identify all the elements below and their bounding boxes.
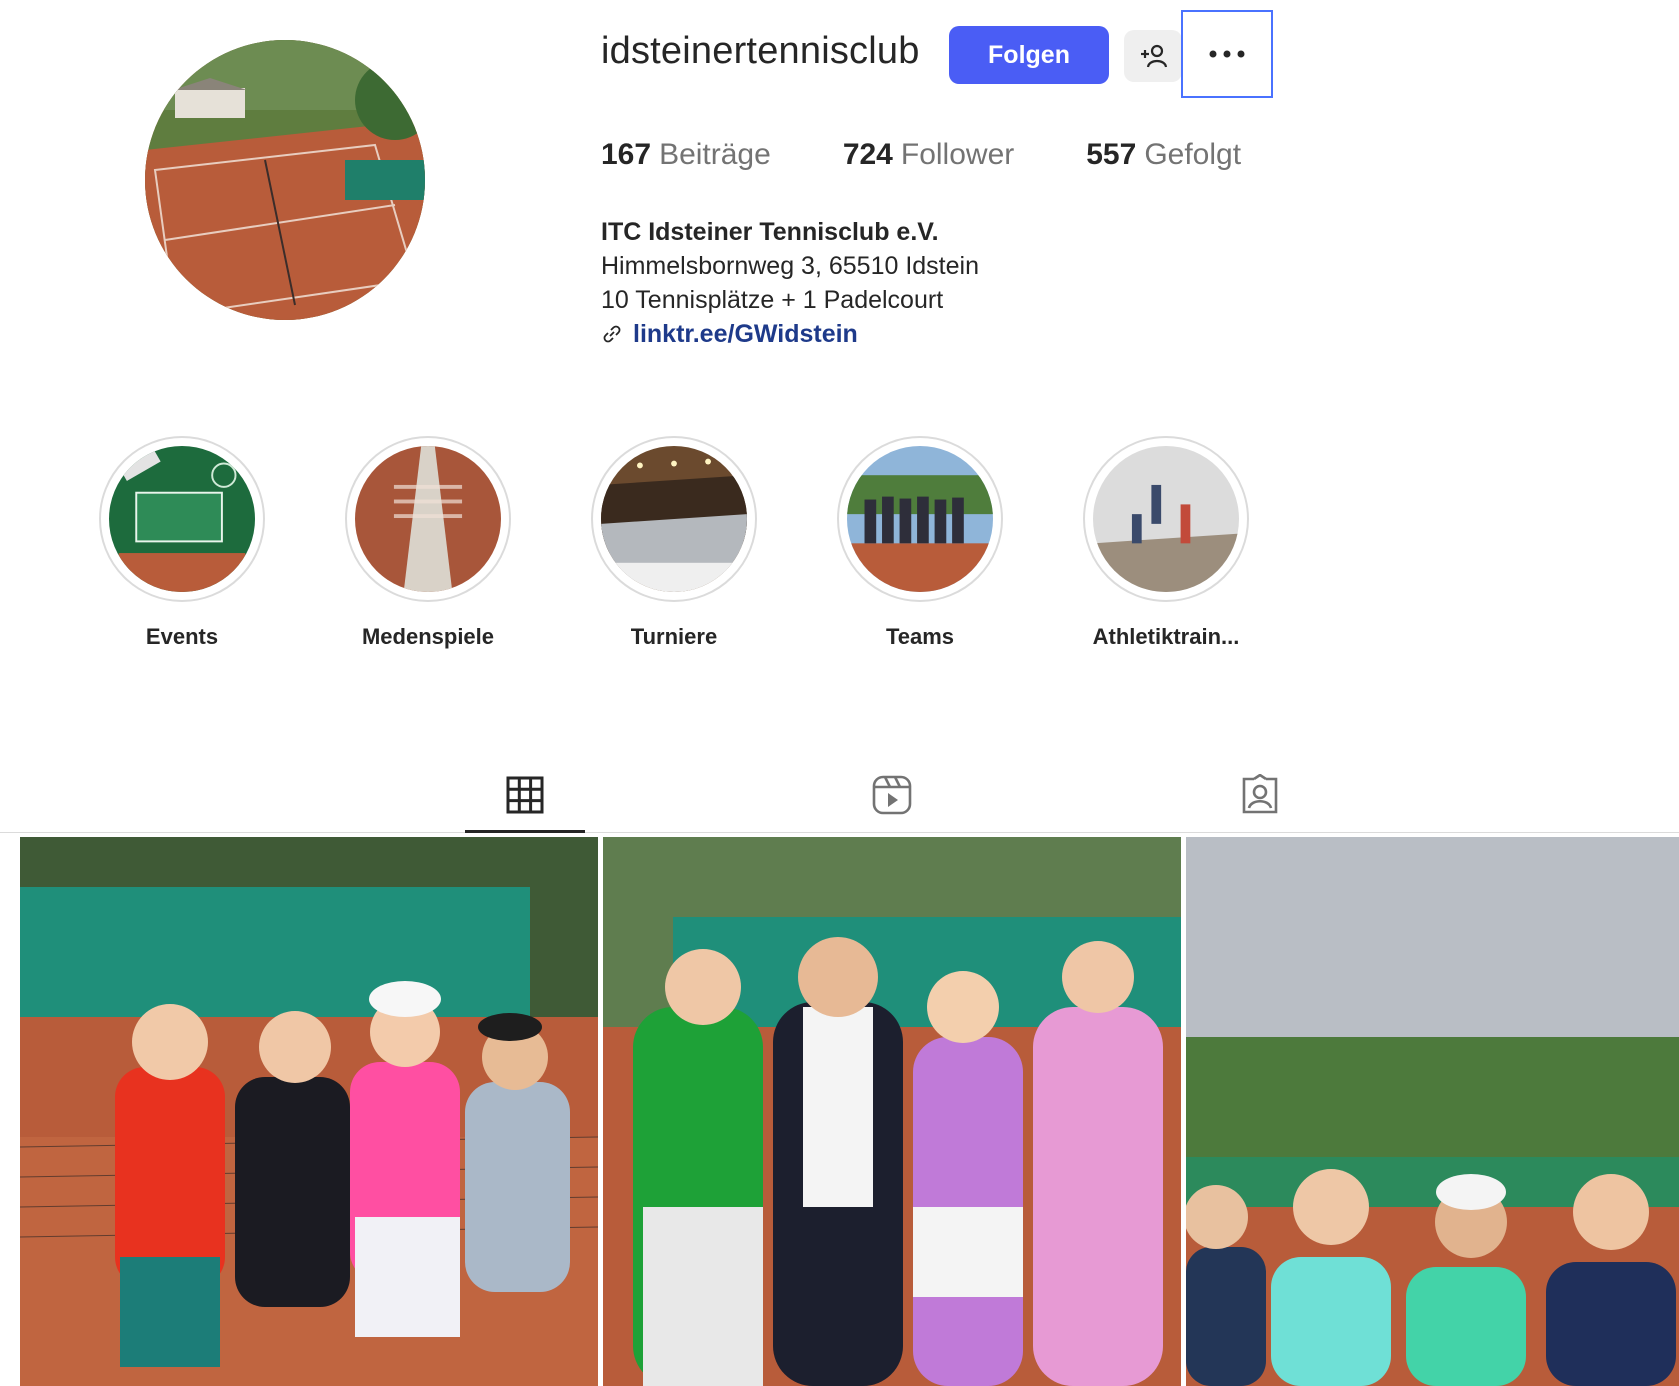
bio-courts: 10 Tennisplätze + 1 Padelcourt: [601, 286, 944, 314]
grid-icon: [506, 776, 544, 814]
stat-posts-count: 167: [601, 138, 652, 171]
link-icon: [603, 325, 621, 343]
post-2-image: [603, 837, 1181, 1386]
highlight-medenspiele-image: [355, 446, 501, 592]
reels-icon: [872, 775, 912, 815]
tab-posts[interactable]: [500, 770, 550, 820]
highlight-turniere[interactable]: Turniere: [589, 436, 759, 650]
avatar-court-image: [145, 40, 425, 320]
stat-following-label: Gefolgt: [1144, 138, 1242, 171]
profile-username: idsteinertennisclub: [601, 30, 920, 72]
highlight-label: Athletiktrain...: [1092, 624, 1240, 649]
highlight-ring: [837, 436, 1003, 602]
stat-following[interactable]: 557 Gefolgt: [1086, 138, 1241, 172]
highlight-label: Events: [145, 624, 219, 649]
highlight-ring: [1083, 436, 1249, 602]
bio-link[interactable]: linktr.ee/GWidstein: [601, 317, 979, 351]
add-person-icon: [1141, 44, 1168, 68]
post-tile-1[interactable]: [20, 837, 598, 1386]
post-tile-2[interactable]: [603, 837, 1181, 1386]
stat-followers-count: 724: [842, 138, 893, 171]
post-tile-3[interactable]: [1186, 837, 1679, 1386]
post-1-image: [20, 837, 598, 1386]
highlight-teams[interactable]: Teams: [835, 436, 1005, 650]
highlight-ring: [345, 436, 511, 602]
bio-address: Himmelsbornweg 3, 65510 Idstein: [601, 252, 979, 280]
tab-tagged[interactable]: [1235, 770, 1285, 820]
more-options-button[interactable]: [1181, 10, 1273, 98]
highlight-label: Turniere: [630, 624, 718, 649]
highlight-label: Teams: [885, 624, 955, 649]
highlight-ring: [99, 436, 265, 602]
profile-stats: 167 Beiträge 724 Follower 557 Gefolgt: [601, 138, 1313, 172]
stat-followers-label: Follower: [900, 138, 1015, 171]
more-dots-icon: [1209, 50, 1245, 58]
tabs-divider: [0, 832, 1679, 833]
profile-avatar[interactable]: [145, 40, 425, 320]
highlight-athletiktraining-image: [1093, 446, 1239, 592]
highlight-events[interactable]: Events: [97, 436, 267, 650]
stat-posts: 167 Beiträge: [601, 138, 771, 172]
highlight-events-image: [109, 446, 255, 592]
highlight-label: Medenspiele: [361, 624, 495, 649]
bio-name: ITC Idsteiner Tennisclub e.V.: [601, 218, 939, 246]
tab-active-indicator: [465, 830, 585, 833]
highlight-medenspiele[interactable]: Medenspiele: [343, 436, 513, 650]
bio-link-text: linktr.ee/GWidstein: [633, 320, 858, 348]
stat-followers[interactable]: 724 Follower: [843, 138, 1014, 172]
highlight-ring: [591, 436, 757, 602]
tab-reels[interactable]: [867, 770, 917, 820]
follow-button[interactable]: Folgen: [949, 26, 1109, 84]
stat-following-count: 557: [1086, 138, 1137, 171]
highlight-turniere-image: [601, 446, 747, 592]
stat-posts-label: Beiträge: [659, 138, 771, 171]
profile-bio: ITC Idsteiner Tennisclub e.V. Himmelsbor…: [601, 215, 979, 351]
highlight-athletiktraining[interactable]: Athletiktrain...: [1081, 436, 1251, 650]
suggest-accounts-button[interactable]: [1124, 30, 1182, 82]
tagged-icon: [1242, 774, 1278, 814]
post-3-image: [1186, 837, 1679, 1386]
highlight-teams-image: [847, 446, 993, 592]
